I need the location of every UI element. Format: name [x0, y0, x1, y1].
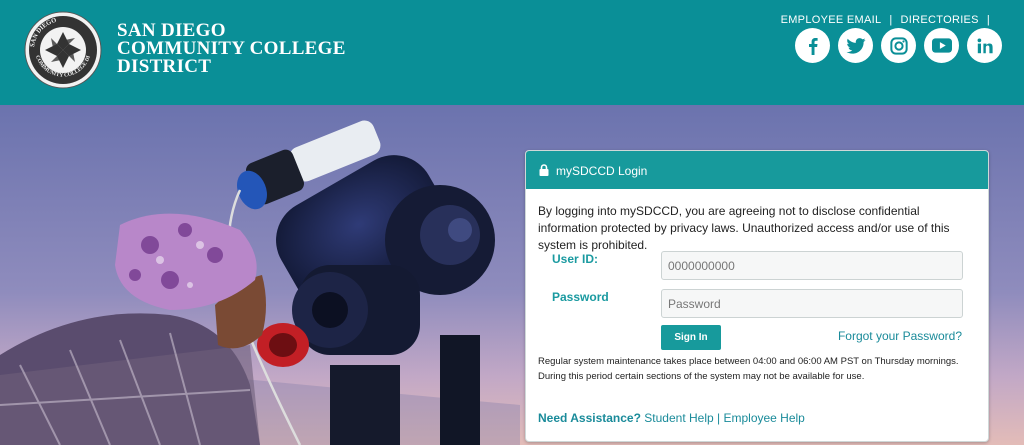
sign-in-button[interactable]: Sign In — [661, 325, 721, 350]
employee-help-link[interactable]: Employee Help — [723, 411, 804, 425]
forgot-password-link[interactable]: Forgot your Password? — [838, 329, 962, 343]
site-header: SAN DIEGO COMMUNITY COLLEGE DISTRICT SAN… — [0, 0, 1024, 105]
student-help-link[interactable]: Student Help — [644, 411, 713, 425]
userid-label: User ID: — [552, 252, 599, 266]
top-links: EMPLOYEE EMAIL | DIRECTORIES | — [781, 14, 998, 26]
employee-email-link[interactable]: EMPLOYEE EMAIL — [781, 14, 882, 26]
brand-line-3: DISTRICT — [117, 56, 212, 77]
district-name[interactable]: SAN DIEGO COMMUNITY COLLEGE DISTRICT — [117, 21, 346, 77]
linkedin-icon[interactable] — [967, 28, 1002, 63]
password-input[interactable] — [661, 289, 963, 318]
directories-link[interactable]: DIRECTORIES — [901, 14, 979, 26]
privacy-notice: By logging into mySDCCD, you are agreein… — [538, 204, 950, 252]
social-links — [795, 28, 1002, 64]
password-label: Password — [552, 290, 609, 304]
facebook-icon[interactable] — [795, 28, 830, 63]
instagram-icon[interactable] — [881, 28, 916, 63]
youtube-icon[interactable] — [924, 28, 959, 63]
link-separator: | — [889, 14, 893, 26]
lock-icon — [539, 164, 549, 176]
login-title: mySDCCD Login — [556, 164, 648, 178]
login-panel-header: mySDCCD Login — [526, 151, 988, 189]
sdccd-seal-logo[interactable]: SAN DIEGO COMMUNITY COLLEGE DISTRICT — [22, 11, 104, 89]
twitter-icon[interactable] — [838, 28, 873, 63]
login-panel: mySDCCD Login By logging into mySDCCD, y… — [525, 150, 989, 442]
userid-input[interactable] — [661, 251, 963, 280]
help-separator: | — [717, 411, 721, 425]
assistance-links: Need Assistance? Student Help | Employee… — [538, 411, 805, 425]
need-assistance-label: Need Assistance? — [538, 411, 641, 425]
maintenance-notice: Regular system maintenance takes place b… — [538, 356, 959, 382]
link-separator: | — [986, 14, 990, 26]
